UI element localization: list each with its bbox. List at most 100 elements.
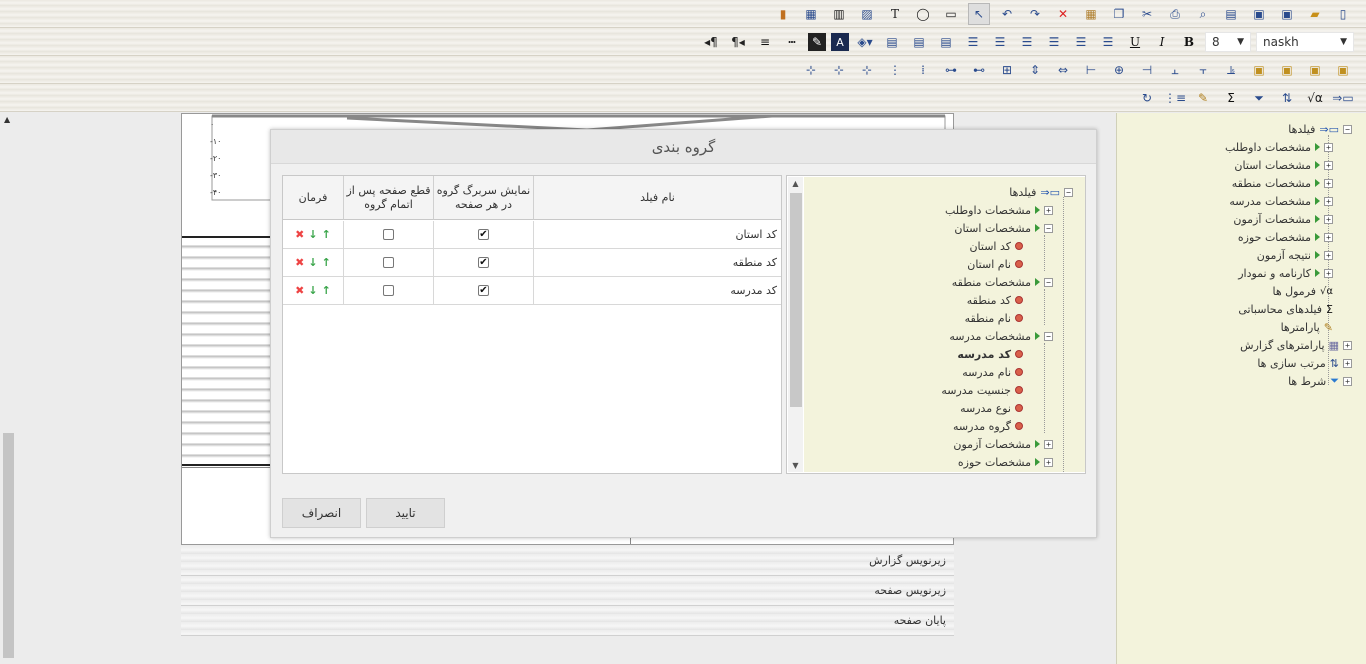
expand-icon[interactable]: + bbox=[1324, 250, 1333, 260]
tree-item-formulas[interactable]: √α فرمول ها bbox=[1272, 282, 1333, 300]
collapse-icon[interactable]: − bbox=[1044, 331, 1053, 341]
table-row[interactable]: کد استان ✔ ✖ ↓ ↑ bbox=[283, 221, 781, 249]
h-even-icon[interactable]: ⁞ bbox=[912, 59, 934, 81]
collapse-icon[interactable]: − bbox=[1064, 187, 1073, 197]
sigma-icon[interactable]: Σ bbox=[1220, 87, 1242, 109]
expand-icon[interactable]: + bbox=[1324, 232, 1333, 242]
tree-leaf[interactable]: نام مدرسه bbox=[962, 363, 1023, 381]
align-lefts-icon[interactable]: ⊢ bbox=[1080, 59, 1102, 81]
delete-icon[interactable]: ✖ bbox=[295, 284, 304, 297]
line-width-icon[interactable]: ≡ bbox=[754, 31, 776, 53]
align-bottoms-icon[interactable]: ⫡ bbox=[1220, 59, 1242, 81]
parameters-icon[interactable]: ✎ bbox=[1192, 87, 1214, 109]
tree-leaf[interactable]: کد منطقه bbox=[967, 291, 1023, 309]
undo-icon[interactable]: ↶ bbox=[996, 3, 1018, 25]
page-break-checkbox[interactable] bbox=[383, 285, 394, 296]
scroll-up-icon[interactable]: ▲ bbox=[4, 115, 10, 124]
delete-icon[interactable]: ✖ bbox=[295, 256, 304, 269]
same-size-icon[interactable]: ⊞ bbox=[996, 59, 1018, 81]
align-centers-icon[interactable]: ⫟ bbox=[1192, 59, 1214, 81]
show-header-checkbox[interactable]: ✔ bbox=[478, 257, 489, 268]
scrollbar-thumb[interactable] bbox=[790, 193, 802, 407]
paste-icon[interactable]: ▦ bbox=[1080, 3, 1102, 25]
ungroup-icon[interactable]: ▣ bbox=[1248, 59, 1270, 81]
copy-icon[interactable]: ❐ bbox=[1108, 3, 1130, 25]
collapse-icon[interactable]: − bbox=[1343, 124, 1352, 134]
tree-item[interactable]: + مشخصات حوزه bbox=[958, 453, 1053, 471]
bold-icon[interactable]: B bbox=[1178, 31, 1200, 53]
page-setup-icon[interactable]: ▤ bbox=[1220, 3, 1242, 25]
tree-item[interactable]: + مشخصات منطقه bbox=[1232, 174, 1333, 192]
page-break-checkbox[interactable] bbox=[383, 257, 394, 268]
collapse-icon[interactable]: − bbox=[1044, 223, 1053, 233]
left-scrollbar[interactable]: ▲ bbox=[0, 113, 17, 664]
save-icon[interactable]: ▣ bbox=[1248, 3, 1270, 25]
tree-item[interactable]: − مشخصات مدرسه bbox=[949, 327, 1053, 345]
move-down-icon[interactable]: ↓ bbox=[308, 228, 317, 241]
move-up-icon[interactable]: ↑ bbox=[322, 284, 331, 297]
tree-item[interactable]: + مشخصات داوطلب bbox=[1225, 138, 1333, 156]
expand-icon[interactable]: + bbox=[1343, 340, 1352, 350]
tree-item[interactable]: + مشخصات داوطلب bbox=[945, 201, 1053, 219]
tree-leaf[interactable]: نام منطقه bbox=[965, 309, 1023, 327]
align-tops-icon[interactable]: ⫠ bbox=[1164, 59, 1186, 81]
align-middle-icon[interactable]: ☰ bbox=[1070, 31, 1092, 53]
font-color-icon[interactable]: A bbox=[831, 33, 849, 51]
page-break-checkbox[interactable] bbox=[383, 229, 394, 240]
center-h-icon[interactable]: ⊹ bbox=[856, 59, 878, 81]
move-down-icon[interactable]: ↓ bbox=[308, 284, 317, 297]
tree-leaf[interactable]: نوع مدرسه bbox=[960, 399, 1023, 417]
preview-icon[interactable]: ⌕ bbox=[1192, 3, 1214, 25]
v-spacing-icon[interactable]: ⊶ bbox=[940, 59, 962, 81]
expand-icon[interactable]: + bbox=[1044, 205, 1053, 215]
tree-item[interactable]: + مشخصات حوزه bbox=[1238, 228, 1333, 246]
move-up-icon[interactable]: ↑ bbox=[322, 228, 331, 241]
rectangle-icon[interactable]: ▭ bbox=[940, 3, 962, 25]
band-page-end[interactable]: پایان صفحه bbox=[181, 606, 954, 636]
border-left-icon[interactable]: ▤ bbox=[908, 31, 930, 53]
cancel-button[interactable]: انصراف bbox=[282, 498, 361, 528]
tree-scrollbar[interactable]: ▲ ▼ bbox=[788, 177, 803, 472]
italic-icon[interactable]: I bbox=[1151, 31, 1173, 53]
delete-icon[interactable]: ✕ bbox=[1052, 3, 1074, 25]
tree-item[interactable]: + مشخصات مدرسه bbox=[1229, 192, 1333, 210]
scroll-down-icon[interactable]: ▼ bbox=[791, 461, 800, 470]
tree-item[interactable]: + مشخصات آزمون bbox=[953, 435, 1053, 453]
h-spacing-icon[interactable]: ⊷ bbox=[968, 59, 990, 81]
tree-item[interactable]: − مشخصات استان bbox=[954, 219, 1053, 237]
align-lefts-center-icon[interactable]: ⊕ bbox=[1108, 59, 1130, 81]
align-right-icon[interactable]: ☰ bbox=[1016, 31, 1038, 53]
redo-icon[interactable]: ↷ bbox=[1024, 3, 1046, 25]
image-icon[interactable]: ▨ bbox=[856, 3, 878, 25]
tree-item[interactable]: − مشخصات منطقه bbox=[952, 273, 1053, 291]
group-icon[interactable]: ▣ bbox=[1276, 59, 1298, 81]
rtl-icon[interactable]: ¶◂ bbox=[727, 31, 749, 53]
expand-icon[interactable]: + bbox=[1343, 358, 1352, 368]
expand-icon[interactable]: + bbox=[1343, 376, 1352, 386]
tree-item[interactable]: + نتیجه آزمون bbox=[1257, 246, 1333, 264]
ltr-icon[interactable]: ◂¶ bbox=[700, 31, 722, 53]
tree-item-report-params[interactable]: + ▦ پارامترهای گزارش bbox=[1240, 336, 1352, 354]
band-page-footer[interactable]: زیرنویس صفحه bbox=[181, 576, 954, 606]
sort-icon[interactable]: ⇅ bbox=[1276, 87, 1298, 109]
fill-color-icon[interactable]: ◈▾ bbox=[854, 31, 876, 53]
table-row[interactable]: کد منطقه ✔ ✖ ↓ ↑ bbox=[283, 249, 781, 277]
tree-leaf-selected[interactable]: کد مدرسه bbox=[957, 345, 1023, 363]
center-v-icon[interactable]: ⊹ bbox=[828, 59, 850, 81]
expand-icon[interactable]: + bbox=[1324, 214, 1333, 224]
tree-root[interactable]: − ⇒▭ فیلدها bbox=[1009, 183, 1073, 201]
tree-item-sorts[interactable]: + ⇅ مرتب سازی ها bbox=[1257, 354, 1352, 372]
show-header-checkbox[interactable]: ✔ bbox=[478, 285, 489, 296]
align-left-icon[interactable]: ☰ bbox=[962, 31, 984, 53]
show-header-checkbox[interactable]: ✔ bbox=[478, 229, 489, 240]
expand-icon[interactable]: + bbox=[1324, 160, 1333, 170]
align-top-icon[interactable]: ☰ bbox=[1043, 31, 1065, 53]
tree-leaf[interactable]: گروه مدرسه bbox=[953, 417, 1023, 435]
move-up-icon[interactable]: ↑ bbox=[322, 256, 331, 269]
grid-snap-icon[interactable]: ⊹ bbox=[800, 59, 822, 81]
line-style-icon[interactable]: ┅ bbox=[781, 31, 803, 53]
tree-leaf[interactable]: نام استان bbox=[967, 255, 1023, 273]
tree-leaf[interactable]: کد استان bbox=[969, 237, 1023, 255]
pointer-icon[interactable]: ↖ bbox=[968, 3, 990, 25]
save-as-icon[interactable]: ▣ bbox=[1276, 3, 1298, 25]
